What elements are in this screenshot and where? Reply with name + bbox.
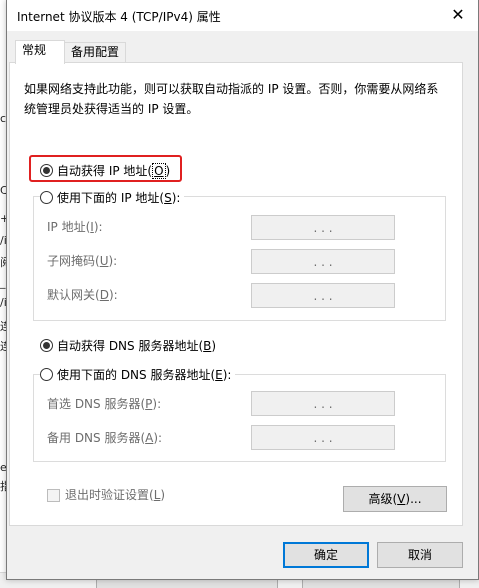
tab-general[interactable]: 常规 (15, 40, 65, 64)
obtain-dns-auto-label: 自动获得 DNS 服务器地址(B) (57, 338, 217, 353)
validate-on-exit-label: 退出时验证设置(L) (65, 488, 166, 502)
advanced-button[interactable]: 高级(V)... (343, 486, 447, 512)
default-gateway-label: 默认网关(D): (47, 288, 118, 302)
alternate-dns-input[interactable]: . . . (251, 425, 395, 450)
subnet-mask-input[interactable]: . . . (251, 249, 395, 274)
title-bar: Internet 协议版本 4 (TCP/IPv4) 属性 ✕ (7, 0, 478, 31)
use-following-dns-radio[interactable]: 使用下面的 DNS 服务器地址(E): (40, 365, 236, 383)
ok-button[interactable]: 确定 (283, 542, 369, 568)
tab-alternate-configuration[interactable]: 备用配置 (64, 42, 126, 63)
use-following-dns-label: 使用下面的 DNS 服务器地址(E): (57, 367, 232, 382)
ip-address-input[interactable]: . . . (251, 215, 395, 240)
obtain-ip-auto-radio[interactable]: 自动获得 IP 地址(O) (40, 161, 170, 179)
obtain-dns-auto-radio[interactable]: 自动获得 DNS 服务器地址(B) (40, 336, 216, 354)
cancel-button[interactable]: 取消 (377, 542, 463, 568)
alternate-dns-label: 备用 DNS 服务器(A): (47, 431, 163, 445)
ip-address-label: IP 地址(I): (47, 220, 103, 234)
validate-on-exit-checkbox[interactable]: 退出时验证设置(L) (47, 487, 165, 503)
use-following-ip-radio[interactable]: 使用下面的 IP 地址(S): (40, 188, 185, 206)
preferred-dns-input[interactable]: . . . (251, 391, 395, 416)
checkbox-unchecked-icon (47, 488, 60, 502)
radio-unchecked-icon (40, 190, 53, 204)
close-icon[interactable]: ✕ (450, 7, 466, 23)
subnet-mask-label: 子网掩码(U): (47, 254, 118, 268)
radio-unchecked-icon (40, 367, 53, 381)
preferred-dns-label: 首选 DNS 服务器(P): (47, 397, 162, 411)
radio-checked-icon (40, 338, 53, 352)
description-text: 如果网络支持此功能，则可以获取自动指派的 IP 设置。否则，你需要从网络系统管理… (24, 82, 439, 116)
default-gateway-input[interactable]: . . . (251, 283, 395, 308)
radio-checked-icon (40, 163, 53, 177)
use-following-ip-label: 使用下面的 IP 地址(S): (57, 190, 181, 205)
window-title: Internet 协议版本 4 (TCP/IPv4) 属性 (17, 10, 221, 24)
obtain-ip-auto-label: 自动获得 IP 地址(O) (57, 162, 171, 179)
